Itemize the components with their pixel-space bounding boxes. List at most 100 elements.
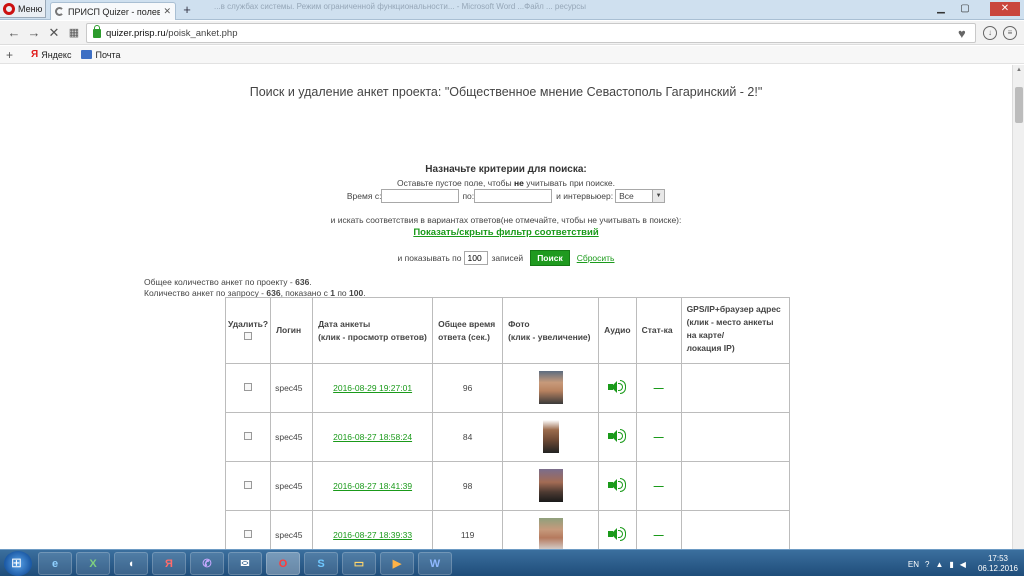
bookmark-label: Почта [95, 49, 121, 60]
mail-client-icon[interactable]: ✉ [228, 552, 262, 575]
excel-icon[interactable]: X [76, 552, 110, 575]
download-icon[interactable]: ↓ [983, 26, 997, 40]
speaker-icon[interactable] [608, 380, 627, 394]
photo-thumbnail[interactable] [538, 370, 563, 404]
show-label: и показывать по [397, 253, 462, 263]
hint-suffix: учитывать при поиске. [526, 178, 616, 188]
tab-close-icon[interactable]: ✕ [163, 6, 171, 17]
header-delete-label: Удалить? [228, 318, 269, 329]
easy-setup-icon[interactable]: ≡ [1003, 26, 1017, 40]
interviewer-select[interactable]: Все ▼ [615, 189, 666, 203]
reset-link[interactable]: Сбросить [577, 253, 615, 263]
cell-time: 96 [432, 363, 504, 413]
opera-taskbar-icon[interactable]: O [266, 552, 300, 575]
word-icon[interactable]: W [418, 552, 452, 575]
speaker-icon[interactable] [608, 429, 627, 443]
records-per-page-input[interactable] [464, 251, 489, 265]
file-explorer-icon[interactable]: ▭ [342, 552, 376, 575]
cell-gps [680, 363, 790, 413]
window-titlebar: Меню ПРИСП Quizer - полевая ✕ + ...в слу… [0, 0, 1024, 20]
vertical-scrollbar[interactable]: ▲ [1012, 65, 1024, 549]
time-to-input[interactable] [474, 189, 553, 203]
scrollbar-thumb[interactable] [1015, 87, 1023, 123]
start-button[interactable] [4, 551, 32, 576]
minimize-button[interactable]: ▁ [932, 2, 950, 16]
cell-gps [680, 412, 790, 462]
maximize-button[interactable]: ▢ [956, 2, 974, 16]
stat-value[interactable]: — [654, 432, 664, 443]
tab-title: ПРИСП Quizer - полевая [68, 6, 161, 17]
row-delete-checkbox[interactable] [244, 432, 253, 440]
cell-time: 84 [432, 412, 504, 462]
cell-gps [680, 510, 790, 549]
search-button[interactable]: Поиск [530, 250, 570, 266]
criteria-heading: Назначьте критерии для поиска: [425, 164, 587, 175]
table-row: spec45 2016-08-29 19:27:01 96 — [224, 363, 790, 413]
time-from-label: Время с: [346, 191, 382, 201]
skype-icon[interactable]: S [304, 552, 338, 575]
photo-thumbnail[interactable] [538, 517, 563, 549]
speed-dial-grid-icon[interactable]: ▦ [66, 25, 82, 41]
stop-loading-icon[interactable]: ✕ [46, 25, 62, 41]
background-window-title: ...в службах системы. Режим ограниченной… [214, 2, 586, 11]
date-link[interactable]: 2016-08-29 19:27:01 [333, 383, 412, 393]
show-hidden-icons-icon[interactable]: ▲ [935, 560, 943, 569]
header-time: Общее время ответа (сек.) [432, 297, 504, 364]
media-player-icon[interactable]: ▶ [380, 552, 414, 575]
row-delete-checkbox[interactable] [244, 530, 253, 538]
date-link[interactable]: 2016-08-27 18:58:24 [333, 432, 412, 442]
url-field[interactable]: quizer.prisp.ru/poisk_anket.php [86, 23, 976, 43]
internet-explorer-icon[interactable]: e [38, 552, 72, 575]
viber-icon[interactable]: ✆ [190, 552, 224, 575]
speaker-icon[interactable] [608, 478, 627, 492]
new-tab-button[interactable]: + [180, 3, 194, 17]
browser-tab[interactable]: ПРИСП Quizer - полевая ✕ [50, 2, 176, 20]
stat-value[interactable]: — [654, 481, 664, 492]
bookmark-yandex[interactable]: Я Яндекс [31, 49, 71, 60]
cell-photo [502, 412, 600, 462]
stat-value[interactable]: — [654, 530, 664, 541]
sound-recorder-icon[interactable]: ◖ [114, 552, 148, 575]
show-count-row: и показывать по записей Поиск Сбросить [0, 250, 1012, 266]
help-icon[interactable]: ? [925, 560, 929, 569]
scroll-up-icon[interactable]: ▲ [1015, 67, 1023, 73]
table-row: spec45 2016-08-27 18:58:24 84 — [224, 412, 790, 462]
stat-value[interactable]: — [654, 383, 664, 394]
date-link[interactable]: 2016-08-27 18:41:39 [333, 481, 412, 491]
bookmark-heart-icon[interactable]: ♥ [958, 26, 966, 41]
row-delete-checkbox[interactable] [244, 481, 253, 489]
table-header-row: Удалить? Логин Дата анкеты (клик - просм… [224, 297, 790, 364]
close-window-button[interactable]: ✕ [990, 2, 1020, 16]
table-row: spec45 2016-08-27 18:41:39 98 — [224, 461, 790, 511]
bookmark-mail[interactable]: Почта [81, 50, 120, 60]
forward-arrow-icon[interactable]: → [26, 25, 42, 41]
time-from-input[interactable] [381, 189, 460, 203]
toggle-filter-link[interactable]: Показать/скрыть фильтр соответствий [0, 227, 1012, 238]
cell-audio [598, 412, 637, 462]
cell-stat: — [635, 461, 682, 511]
yandex-browser-icon[interactable]: Я [152, 552, 186, 575]
volume-icon[interactable]: ◀ [960, 560, 966, 569]
network-icon[interactable]: ▮ [949, 560, 953, 569]
date-link[interactable]: 2016-08-27 18:39:33 [333, 530, 412, 540]
cell-gps [680, 461, 790, 511]
opera-menu-button[interactable]: Меню [0, 0, 46, 18]
cell-audio [598, 510, 637, 549]
header-gps-line4: локация IP) [686, 343, 735, 353]
clock[interactable]: 17:53 06.12.2016 [978, 554, 1018, 574]
cell-photo [502, 461, 600, 511]
language-indicator[interactable]: EN [908, 560, 919, 569]
row-delete-checkbox[interactable] [244, 383, 253, 391]
add-bookmark-icon[interactable]: + [6, 48, 13, 62]
select-all-checkbox[interactable] [244, 331, 253, 340]
cell-audio [598, 461, 637, 511]
speaker-icon[interactable] [608, 527, 627, 541]
photo-thumbnail[interactable] [542, 419, 559, 453]
header-audio: Аудио [598, 297, 637, 364]
page-content: Поиск и удаление анкет проекта: "Обществ… [0, 65, 1012, 549]
windows-taskbar: e X ◖ Я ✆ ✉ O S ▭ ▶ W EN ? ▲ ▮ ◀ 17:53 0… [0, 549, 1024, 576]
back-arrow-icon[interactable]: ← [6, 25, 22, 41]
photo-thumbnail[interactable] [538, 468, 563, 502]
cell-date: 2016-08-27 18:39:33 [312, 510, 434, 549]
address-toolbar: ← → ✕ ▦ quizer.prisp.ru/poisk_anket.php … [0, 21, 1024, 45]
